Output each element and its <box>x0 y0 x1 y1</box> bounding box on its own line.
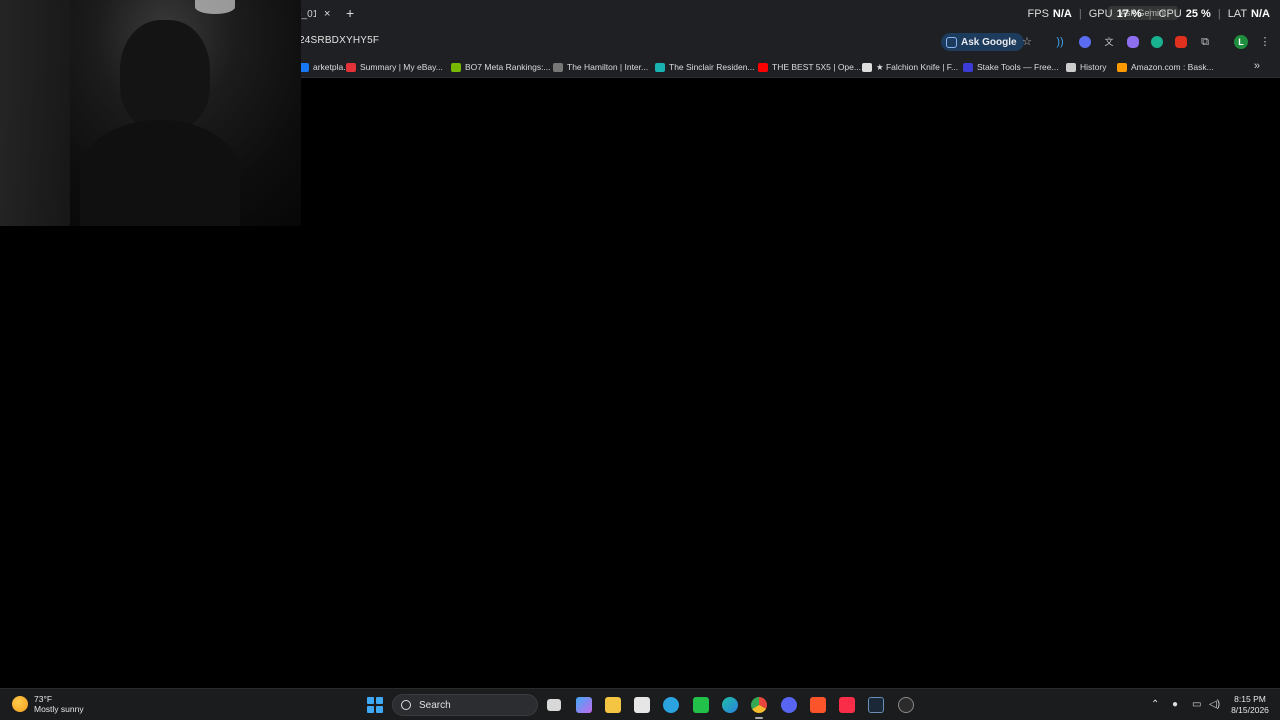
bookmark-label: The Sinclair Residen... <box>669 62 755 72</box>
file-explorer-icon[interactable] <box>605 697 621 713</box>
system-clock[interactable]: 8:15 PM 8/15/2026 <box>1230 694 1270 716</box>
webcam-overlay <box>0 0 301 226</box>
extension-red-icon[interactable] <box>1175 36 1187 48</box>
bookmark-favicon-icon <box>346 62 356 72</box>
excel-icon[interactable] <box>693 697 709 713</box>
performance-overlay: FPS N/A | GPU 17 % | CPU 25 % | LAT N/A <box>1028 8 1270 20</box>
weather-condition: Mostly sunny <box>34 704 84 714</box>
bookmark-item[interactable]: BO7 Meta Rankings:... <box>451 61 551 73</box>
bookmark-item[interactable]: Summary | My eBay... <box>346 61 443 73</box>
webcam-light <box>195 0 235 14</box>
profile-avatar[interactable]: L <box>1234 35 1248 49</box>
taskbar-search[interactable]: Search <box>392 694 538 716</box>
sun-icon <box>12 696 28 712</box>
extension-gpt-icon[interactable] <box>1151 36 1163 48</box>
bookmark-favicon-icon <box>758 62 768 72</box>
divider: | <box>1078 8 1082 20</box>
search-icon <box>401 700 411 710</box>
task-view-icon[interactable] <box>547 699 561 711</box>
lat-label: LAT <box>1227 8 1248 20</box>
bookmark-item[interactable]: THE BEST 5X5 | Ope... <box>758 61 861 73</box>
fps-label: FPS <box>1027 8 1049 20</box>
clock-time: 8:15 PM <box>1234 694 1266 704</box>
tray-overflow-icon[interactable]: ⌃ <box>1151 699 1159 710</box>
bookmark-label: History <box>1080 62 1107 72</box>
bookmark-label: THE BEST 5X5 | Ope... <box>772 62 861 72</box>
tab-close-button[interactable]: × <box>324 8 330 20</box>
bookmark-favicon-icon <box>1117 62 1127 72</box>
brave-icon[interactable] <box>810 697 826 713</box>
extension-vpn-icon[interactable] <box>1079 36 1091 48</box>
bookmark-label: BO7 Meta Rankings:... <box>465 62 551 72</box>
app-icon[interactable] <box>898 697 914 713</box>
taskbar: 73°F Mostly sunny Search ⌃ ● ▭ ◁) 8:15 P… <box>0 688 1280 720</box>
webcam-person-body <box>80 120 240 226</box>
bookmark-favicon-icon <box>451 62 461 72</box>
bookmark-item[interactable]: Stake Tools — Free... <box>963 61 1059 73</box>
telegram-icon[interactable] <box>663 697 679 713</box>
bookmark-label: arketpla... <box>313 62 351 72</box>
bookmark-item[interactable]: The Sinclair Residen... <box>655 61 755 73</box>
bookmark-item[interactable]: The Hamilton | Inter... <box>553 61 648 73</box>
bookmark-favicon-icon <box>862 62 872 72</box>
chrome-icon[interactable] <box>751 697 767 719</box>
bookmark-favicon-icon <box>553 62 563 72</box>
extension-translate-icon[interactable]: 文 <box>1103 36 1115 48</box>
gpu-value: 17 % <box>1116 8 1142 20</box>
webcam-person-head <box>120 20 210 130</box>
fps-value: N/A <box>1052 8 1072 20</box>
divider: | <box>1148 8 1152 20</box>
search-label: Search <box>419 699 451 711</box>
discord-icon[interactable] <box>781 697 797 713</box>
clock-date: 8/15/2026 <box>1231 705 1269 715</box>
cpu-value: 25 % <box>1185 8 1211 20</box>
apple-music-icon[interactable] <box>839 697 855 713</box>
weather-widget[interactable]: 73°F Mostly sunny <box>12 694 84 714</box>
steam-icon[interactable] <box>868 697 884 713</box>
address-bar[interactable]: 24SRBDXYHY5F <box>299 35 379 46</box>
cpu-label: CPU <box>1158 8 1182 20</box>
screen: o_01 × + Ask Gemini FPS N/A | GPU 17 % |… <box>0 0 1280 720</box>
bookmark-star-icon[interactable]: ☆ <box>1021 36 1033 48</box>
extension-cloud-icon[interactable] <box>1127 36 1139 48</box>
bookmark-label: Stake Tools — Free... <box>977 62 1059 72</box>
bookmark-favicon-icon <box>963 62 973 72</box>
edge-icon[interactable] <box>722 697 738 713</box>
bookmark-label: Amazon.com : Bask... <box>1131 62 1214 72</box>
microphone-icon[interactable]: ● <box>1172 699 1178 710</box>
bookmark-label: The Hamilton | Inter... <box>567 62 649 72</box>
network-icon[interactable]: ▭ <box>1192 699 1201 710</box>
bookmark-favicon-icon <box>1066 62 1076 72</box>
volume-icon[interactable]: ◁) <box>1209 699 1220 710</box>
copilot-icon[interactable] <box>576 697 592 713</box>
bookmark-item[interactable]: History <box>1066 61 1106 73</box>
ask-google-button[interactable]: Ask Google <box>941 33 1024 51</box>
divider: | <box>1217 8 1221 20</box>
gpu-label: GPU <box>1088 8 1113 20</box>
menu-kebab-icon[interactable]: ⋮ <box>1259 36 1271 48</box>
browser-tab[interactable]: o_01 × <box>296 4 340 24</box>
extension-audio-icon[interactable]: )) <box>1054 36 1066 48</box>
bookmark-item[interactable]: Amazon.com : Bask... <box>1117 61 1214 73</box>
bookmark-favicon-icon <box>655 62 665 72</box>
lat-value: N/A <box>1251 8 1270 20</box>
bookmark-label: ★ Falchion Knife | F... <box>876 61 959 72</box>
bookmarks-overflow-button[interactable]: » <box>1254 60 1260 72</box>
extensions-puzzle-icon[interactable]: ⧉ <box>1199 36 1211 48</box>
bookmark-label: Summary | My eBay... <box>360 62 443 72</box>
windows-start-icon[interactable] <box>367 697 383 713</box>
bookmark-item[interactable]: ★ Falchion Knife | F... <box>862 61 958 73</box>
new-tab-button[interactable]: + <box>346 5 354 21</box>
webcam-background <box>0 0 70 226</box>
store-icon[interactable] <box>634 697 650 713</box>
lens-icon <box>946 36 957 48</box>
bookmark-item[interactable]: arketpla... <box>299 61 350 73</box>
ask-google-label: Ask Google <box>961 36 1017 48</box>
weather-temp: 73°F <box>34 694 53 704</box>
